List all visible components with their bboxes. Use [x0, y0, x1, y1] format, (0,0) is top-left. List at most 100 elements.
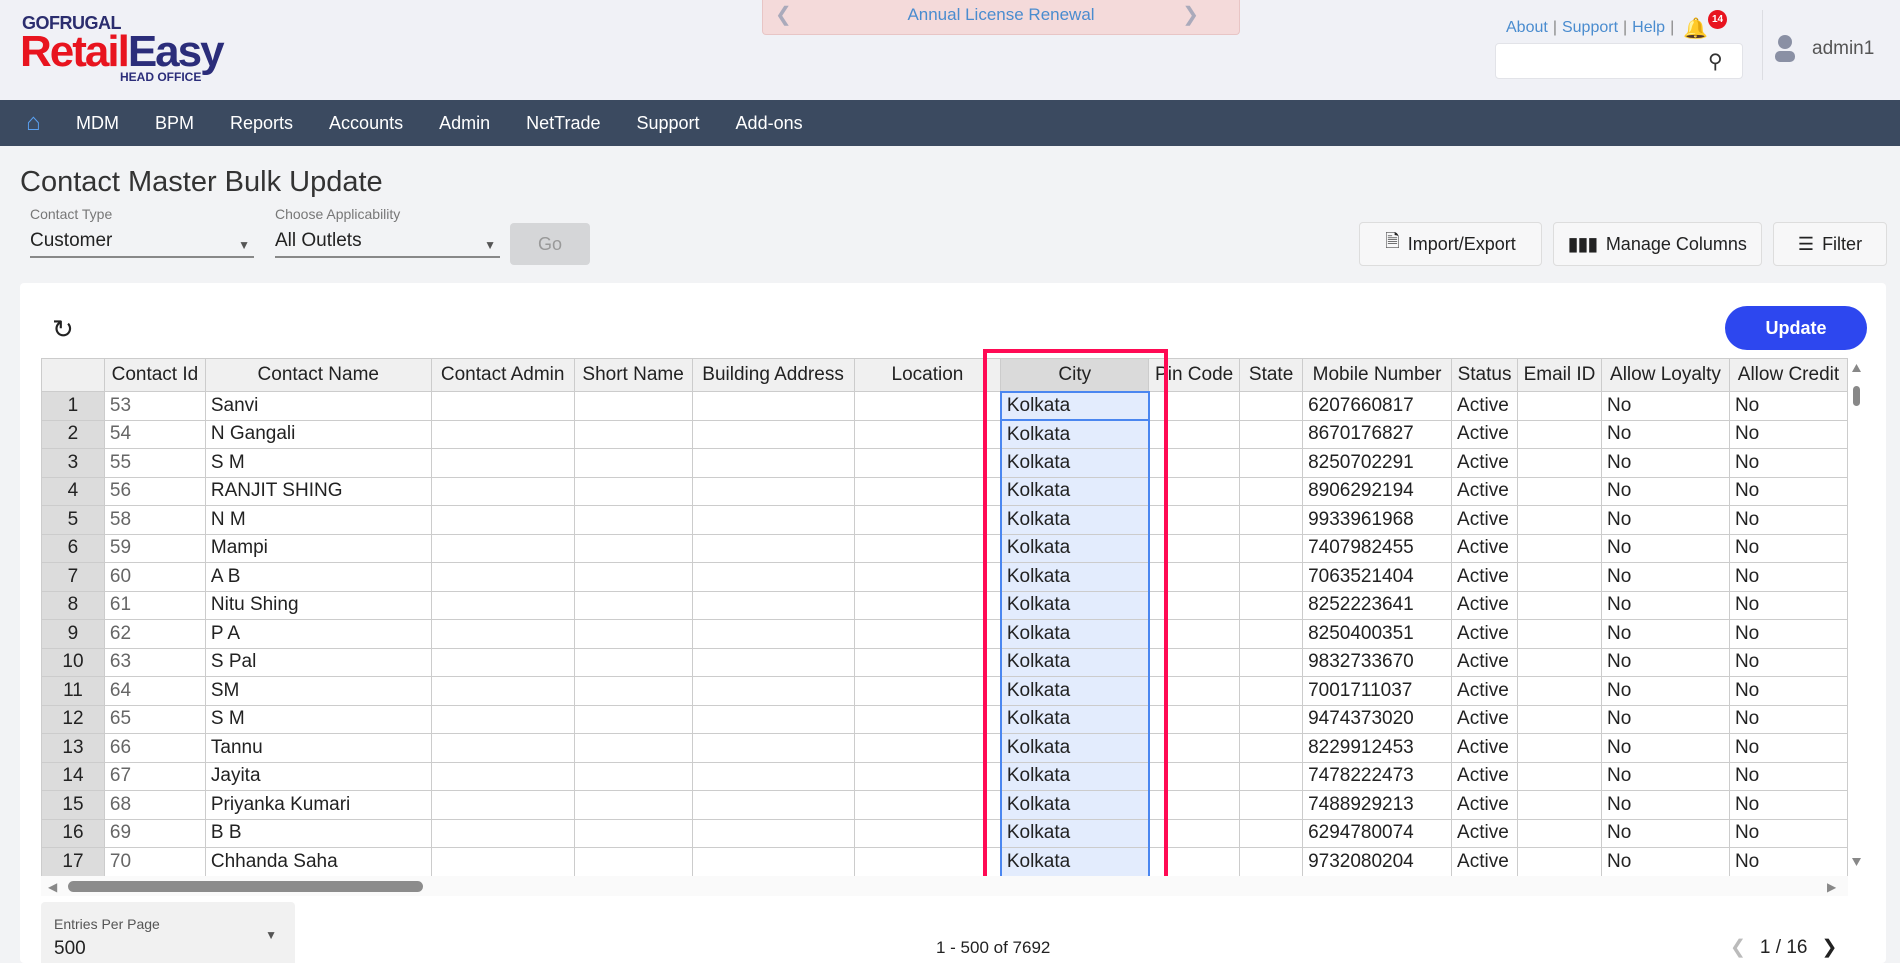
allow-loyalty-cell[interactable]: No	[1600, 818, 1730, 848]
state-cell[interactable]	[1239, 676, 1304, 706]
mobile-number-cell[interactable]: 7488929213	[1302, 790, 1453, 820]
column-header-allow-credit[interactable]: Allow Credit	[1728, 358, 1848, 392]
building-address-cell[interactable]	[691, 505, 855, 535]
state-cell[interactable]	[1239, 733, 1304, 763]
building-address-cell[interactable]	[691, 562, 855, 592]
nav-admin[interactable]: Admin	[421, 113, 508, 134]
short-name-cell[interactable]	[573, 476, 693, 506]
contact-id-cell[interactable]: 54	[103, 419, 206, 449]
contact-name-cell[interactable]: Jayita	[204, 761, 432, 791]
state-cell[interactable]	[1239, 391, 1304, 421]
contact-admin-cell[interactable]	[430, 647, 575, 677]
contact-id-cell[interactable]: 55	[103, 448, 206, 478]
nav-nettrade[interactable]: NetTrade	[508, 113, 618, 134]
mobile-number-cell[interactable]: 8252223641	[1302, 590, 1453, 620]
mobile-number-cell[interactable]: 8229912453	[1302, 733, 1453, 763]
chevron-right-icon[interactable]: ❯	[1182, 0, 1199, 30]
contact-name-cell[interactable]: S M	[204, 704, 432, 734]
status-cell[interactable]: Active	[1451, 533, 1519, 563]
allow-loyalty-cell[interactable]: No	[1600, 790, 1730, 820]
state-cell[interactable]	[1239, 619, 1304, 649]
status-cell[interactable]: Active	[1451, 818, 1519, 848]
contact-admin-cell[interactable]	[430, 533, 575, 563]
allow-credit-cell[interactable]: No	[1728, 733, 1848, 763]
short-name-cell[interactable]	[573, 818, 693, 848]
contact-name-cell[interactable]: Priyanka Kumari	[204, 790, 432, 820]
building-address-cell[interactable]	[691, 647, 855, 677]
contact-admin-cell[interactable]	[430, 847, 575, 876]
contact-id-cell[interactable]: 67	[103, 761, 206, 791]
allow-credit-cell[interactable]: No	[1728, 790, 1848, 820]
location-cell[interactable]	[853, 761, 1002, 791]
nav-addons[interactable]: Add-ons	[718, 113, 821, 134]
contact-name-cell[interactable]: A B	[204, 562, 432, 592]
user-avatar-icon[interactable]	[1774, 34, 1796, 64]
logo-retaileasy[interactable]: RetailEasy	[20, 30, 225, 74]
allow-credit-cell[interactable]: No	[1728, 391, 1848, 421]
mobile-number-cell[interactable]: 7407982455	[1302, 533, 1453, 563]
contact-name-cell[interactable]: Mampi	[204, 533, 432, 563]
allow-loyalty-cell[interactable]: No	[1600, 476, 1730, 506]
allow-loyalty-cell[interactable]: No	[1600, 391, 1730, 421]
email-cell[interactable]	[1517, 761, 1602, 791]
contact-id-cell[interactable]: 68	[103, 790, 206, 820]
column-header-contact-id[interactable]: Contact Id	[103, 358, 206, 392]
short-name-cell[interactable]	[573, 847, 693, 876]
allow-loyalty-cell[interactable]: No	[1600, 419, 1730, 449]
email-cell[interactable]	[1517, 818, 1602, 848]
short-name-cell[interactable]	[573, 533, 693, 563]
scroll-right-icon[interactable]: ▶	[1827, 880, 1836, 894]
support-link[interactable]: Support	[1562, 19, 1618, 36]
status-cell[interactable]: Active	[1451, 704, 1519, 734]
allow-loyalty-cell[interactable]: No	[1600, 847, 1730, 876]
allow-credit-cell[interactable]: No	[1728, 476, 1848, 506]
status-cell[interactable]: Active	[1451, 676, 1519, 706]
column-header-location[interactable]: Location	[853, 358, 1002, 392]
short-name-cell[interactable]	[573, 790, 693, 820]
location-cell[interactable]	[853, 391, 1002, 421]
contact-id-cell[interactable]: 59	[103, 533, 206, 563]
building-address-cell[interactable]	[691, 476, 855, 506]
email-cell[interactable]	[1517, 647, 1602, 677]
home-icon[interactable]: ⌂	[26, 109, 50, 137]
building-address-cell[interactable]	[691, 448, 855, 478]
allow-loyalty-cell[interactable]: No	[1600, 761, 1730, 791]
building-address-cell[interactable]	[691, 676, 855, 706]
nav-reports[interactable]: Reports	[212, 113, 311, 134]
mobile-number-cell[interactable]: 8250702291	[1302, 448, 1453, 478]
username[interactable]: admin1	[1812, 38, 1874, 60]
email-cell[interactable]	[1517, 704, 1602, 734]
prev-page-icon[interactable]: ❮	[1730, 937, 1746, 958]
column-header-state[interactable]: State	[1239, 358, 1304, 392]
scroll-left-icon[interactable]: ◀	[48, 880, 57, 894]
state-cell[interactable]	[1239, 704, 1304, 734]
contact-name-cell[interactable]: N M	[204, 505, 432, 535]
allow-loyalty-cell[interactable]: No	[1600, 733, 1730, 763]
contact-admin-cell[interactable]	[430, 704, 575, 734]
column-header-email-id[interactable]: Email ID	[1517, 358, 1602, 392]
search-icon[interactable]: ⚲	[1708, 49, 1723, 74]
contact-name-cell[interactable]: Tannu	[204, 733, 432, 763]
contact-admin-cell[interactable]	[430, 476, 575, 506]
chevron-left-icon[interactable]: ❮	[775, 0, 792, 30]
short-name-cell[interactable]	[573, 419, 693, 449]
location-cell[interactable]	[853, 419, 1002, 449]
filter-button[interactable]: ☰ Filter	[1773, 222, 1887, 266]
allow-loyalty-cell[interactable]: No	[1600, 647, 1730, 677]
allow-loyalty-cell[interactable]: No	[1600, 505, 1730, 535]
allow-credit-cell[interactable]: No	[1728, 448, 1848, 478]
location-cell[interactable]	[853, 733, 1002, 763]
mobile-number-cell[interactable]: 7478222473	[1302, 761, 1453, 791]
status-cell[interactable]: Active	[1451, 590, 1519, 620]
contact-admin-cell[interactable]	[430, 590, 575, 620]
contact-id-cell[interactable]: 56	[103, 476, 206, 506]
contact-name-cell[interactable]: Chhanda Saha	[204, 847, 432, 876]
location-cell[interactable]	[853, 647, 1002, 677]
short-name-cell[interactable]	[573, 562, 693, 592]
email-cell[interactable]	[1517, 391, 1602, 421]
column-header-short-name[interactable]: Short Name	[573, 358, 693, 392]
state-cell[interactable]	[1239, 590, 1304, 620]
email-cell[interactable]	[1517, 790, 1602, 820]
column-header-mobile-number[interactable]: Mobile Number	[1302, 358, 1453, 392]
contact-id-cell[interactable]: 70	[103, 847, 206, 876]
